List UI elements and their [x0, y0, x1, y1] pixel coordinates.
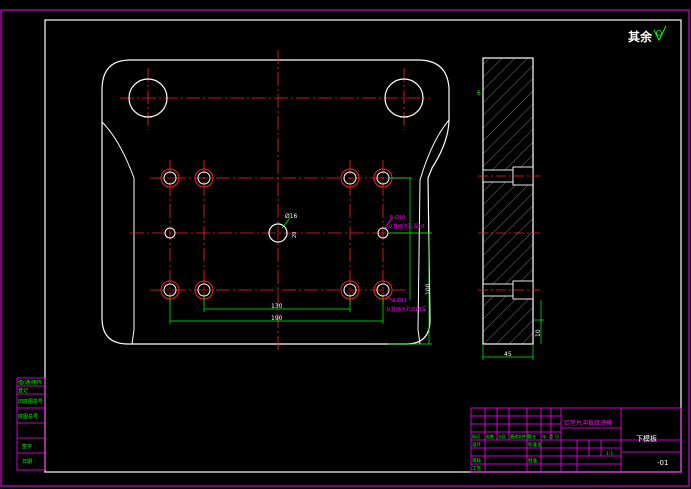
- svg-text:日期: 日期: [22, 459, 32, 465]
- side-dim-10: 10: [535, 329, 542, 337]
- outer-border: [0, 9, 690, 487]
- side-section: [482, 57, 534, 345]
- note-upper-a: 6-Ø10: [390, 214, 405, 221]
- svg-text:底图总号: 底图总号: [18, 413, 38, 420]
- part-code: -01: [657, 459, 668, 467]
- roughness-circle-icon: [656, 30, 662, 36]
- tb-process: 工艺: [472, 466, 481, 472]
- svg-text:更改文件号: 更改文件号: [510, 433, 530, 439]
- side-dim-45: 45: [504, 351, 512, 358]
- svg-text:日: 日: [555, 434, 559, 439]
- inner-frame: [44, 19, 682, 473]
- svg-text:借(通)用件: 借(通)用件: [18, 379, 42, 386]
- svg-text:登记: 登记: [18, 387, 28, 394]
- svg-text:年: 年: [542, 433, 546, 439]
- note-upper-b: 从背面沉孔深10: [388, 223, 424, 230]
- center-hole-label: Ø16: [285, 213, 298, 220]
- title-block-row-labels: 标记 处数 分区 更改文件号 签名 年 月 日: [472, 433, 559, 439]
- tb-check: 审核: [472, 457, 481, 464]
- tb-design: 设计: [472, 441, 481, 448]
- note-lower-leader: [384, 294, 393, 301]
- note-lower-b: 从背面沉孔Ø18深: [386, 306, 426, 313]
- part-name: 下模板: [636, 434, 657, 443]
- roughness-symbol-icon: [653, 25, 667, 42]
- svg-text:月: 月: [549, 434, 553, 439]
- side-dim-6: 6: [477, 90, 481, 97]
- right-dimension-lines: [388, 177, 432, 345]
- svg-text:分区: 分区: [498, 433, 506, 439]
- svg-text:旧底图总号: 旧底图总号: [18, 398, 43, 405]
- drawing-sheet: 其余 Ø16 20 130 190 100 6-Ø10 从背面沉孔深10 4-Ø…: [0, 9, 690, 487]
- screw-holes: [160, 168, 393, 300]
- svg-text:签字: 签字: [22, 443, 32, 450]
- note-lower-a: 4-Ø11: [392, 297, 407, 304]
- roughness-note: 其余: [628, 29, 653, 44]
- tb-approve: 批准: [528, 457, 537, 464]
- left-stamp-labels: 借(通)用件 登记 旧底图总号 底图总号 签字 日期: [18, 379, 43, 465]
- scale: 1:1: [606, 451, 613, 457]
- dim-100: 100: [425, 283, 432, 295]
- svg-text:签名: 签名: [528, 433, 536, 439]
- assembly-title: 铝垫片冲裁级进模: [564, 419, 612, 427]
- dim-190: 190: [271, 315, 283, 322]
- dim-130: 130: [271, 303, 283, 310]
- plate-left-recess: [101, 121, 135, 345]
- tb-standard: 标准化: [528, 441, 542, 448]
- svg-text:标记: 标记: [472, 433, 480, 439]
- center-hole-dim: 20: [292, 232, 298, 238]
- svg-text:处数: 处数: [486, 433, 494, 439]
